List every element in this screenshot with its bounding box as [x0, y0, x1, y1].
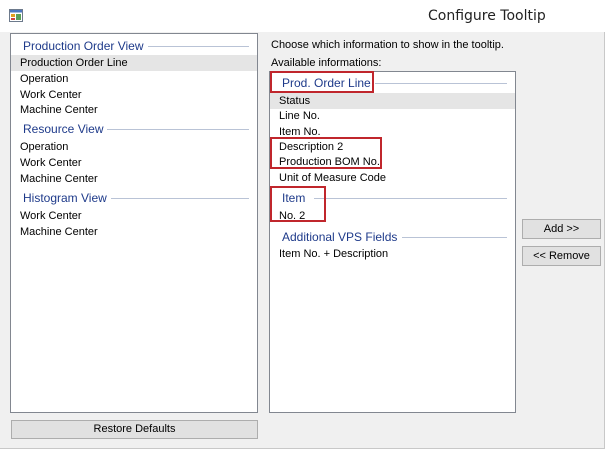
list-item-item-no[interactable]: Item No. — [270, 124, 515, 140]
group-divider — [372, 83, 507, 84]
list-item-machine-center[interactable]: Machine Center — [11, 102, 257, 118]
group-label: Production Order View — [23, 38, 148, 54]
list-item-machine-center[interactable]: Machine Center — [11, 224, 257, 240]
list-item-work-center[interactable]: Work Center — [11, 155, 257, 171]
group-label: Additional VPS Fields — [282, 229, 402, 245]
list-item-description-2[interactable]: Description 2 — [270, 139, 515, 155]
tooltip-views-list[interactable]: Production Order View Production Order L… — [10, 33, 258, 413]
group-divider — [402, 237, 507, 238]
configure-tooltip-dialog: Configure Tooltip Production Order View … — [0, 0, 605, 449]
available-informations-label: Available informations: — [271, 57, 382, 69]
group-header-additional-vps-fields: Additional VPS Fields — [270, 229, 515, 245]
group-header-histogram-view: Histogram View — [11, 190, 257, 206]
window-title: Configure Tooltip — [428, 8, 546, 24]
group-divider — [105, 129, 249, 130]
list-item-unit-of-measure-code[interactable]: Unit of Measure Code — [270, 170, 515, 186]
group-divider — [314, 198, 507, 199]
group-header-resource-view: Resource View — [11, 121, 257, 137]
group-divider — [111, 198, 249, 199]
group-label: Prod. Order Line — [282, 75, 375, 91]
list-item-line-no[interactable]: Line No. — [270, 108, 515, 124]
list-item-production-order-line[interactable]: Production Order Line — [11, 55, 257, 71]
list-item-item-no-description[interactable]: Item No. + Description — [270, 246, 515, 262]
group-header-production-order-view: Production Order View — [11, 38, 257, 54]
list-item-work-center[interactable]: Work Center — [11, 87, 257, 103]
available-informations-list[interactable]: Prod. Order Line Status Line No. Item No… — [269, 71, 516, 413]
app-icon — [9, 9, 23, 22]
list-item-production-bom-no[interactable]: Production BOM No. — [270, 154, 515, 170]
list-item-operation[interactable]: Operation — [11, 139, 257, 155]
add-button[interactable]: Add >> — [522, 219, 601, 239]
list-item-machine-center[interactable]: Machine Center — [11, 171, 257, 187]
remove-button[interactable]: << Remove — [522, 246, 601, 266]
list-item-no-2[interactable]: No. 2 — [270, 208, 515, 224]
list-item-status[interactable]: Status — [270, 93, 515, 109]
list-item-operation[interactable]: Operation — [11, 71, 257, 87]
list-item-work-center[interactable]: Work Center — [11, 208, 257, 224]
group-label: Histogram View — [23, 190, 111, 206]
group-header-item: Item — [270, 190, 515, 206]
title-bar: Configure Tooltip — [0, 0, 605, 32]
instruction-text: Choose which information to show in the … — [271, 39, 504, 51]
group-header-prod-order-line: Prod. Order Line — [270, 75, 515, 91]
restore-defaults-button[interactable]: Restore Defaults — [11, 420, 258, 439]
group-label: Resource View — [23, 121, 108, 137]
group-divider — [141, 46, 249, 47]
group-label: Item — [282, 190, 310, 206]
